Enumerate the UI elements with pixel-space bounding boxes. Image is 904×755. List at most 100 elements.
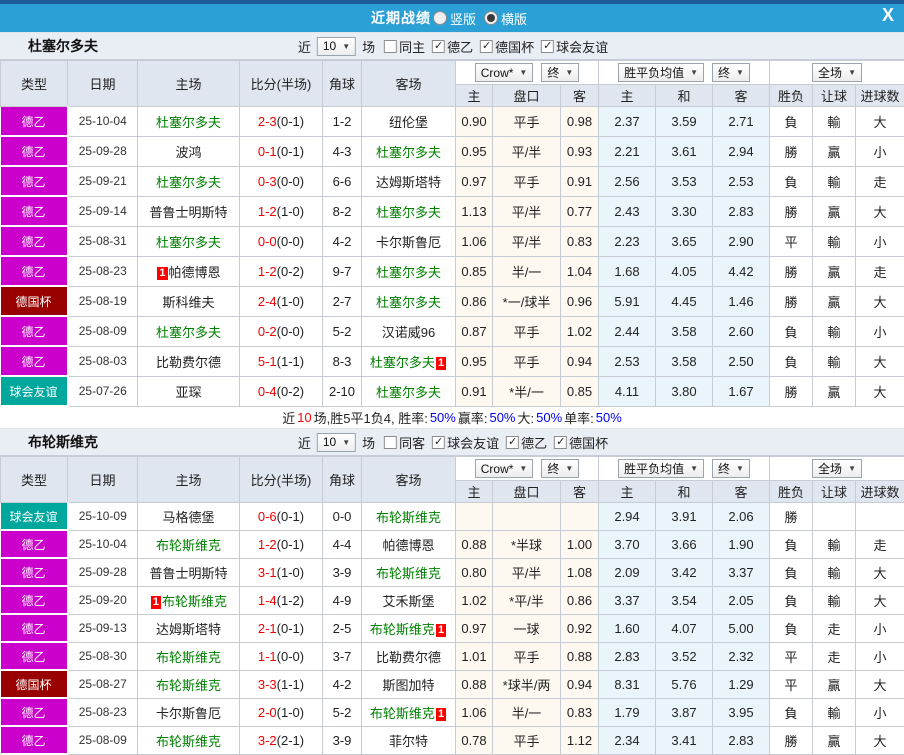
avg-home-odds: 3.37 — [599, 586, 656, 614]
handicap-home-odds: 0.95 — [456, 346, 493, 376]
match-date: 25-09-21 — [68, 166, 138, 196]
handicap-home-odds: 1.06 — [456, 698, 493, 726]
scope-select[interactable]: 全场▼ — [812, 63, 862, 82]
goals-over-under-result: 小 — [856, 642, 904, 670]
match-date: 25-08-09 — [68, 726, 138, 754]
away-team: 菲尔特 — [362, 726, 456, 754]
home-team-name: 布轮斯维克 — [156, 538, 221, 553]
away-team-name: 杜塞尔多夫 — [376, 145, 441, 160]
table-row: 球会友谊25-07-26亚琛0-4(0-2)2-10杜塞尔多夫0.91*半/一0… — [1, 376, 904, 406]
score-cell: 3-2(2-1) — [240, 726, 323, 754]
column-header: 比分(半场) — [240, 457, 323, 503]
league-checkbox-1[interactable]: 德国杯 — [480, 37, 534, 56]
same-venue-checkbox[interactable]: 同主 — [384, 37, 425, 56]
sub-column-header: 盘口 — [493, 481, 561, 503]
away-team: 汉诺威96 — [362, 316, 456, 346]
league-type-badge: 德乙 — [1, 257, 67, 285]
score-cell: 2-0(1-0) — [240, 698, 323, 726]
horizontal-layout-radio[interactable] — [484, 11, 498, 25]
away-team-name: 杜塞尔多夫 — [376, 205, 441, 220]
table-row: 德乙25-09-14普鲁士明斯特1-2(1-0)8-2杜塞尔多夫1.13平/半0… — [1, 196, 904, 226]
odds-company-select[interactable]: Crow*▼ — [475, 63, 534, 82]
avg-final-select[interactable]: 终▼ — [712, 63, 750, 82]
match-date: 25-09-14 — [68, 196, 138, 226]
page-title: 近期战绩 — [371, 8, 431, 28]
corner-score: 5-2 — [323, 316, 362, 346]
league-checkbox-1-label: 德乙 — [521, 433, 547, 452]
home-team: 1帕德博恩 — [138, 256, 240, 286]
goals-over-under-result: 大 — [856, 726, 904, 754]
league-type-badge: 德乙 — [1, 559, 67, 585]
vertical-layout-radio[interactable] — [433, 11, 447, 25]
avg-final-select[interactable]: 终▼ — [712, 459, 750, 478]
league-checkbox-0[interactable]: 德乙 — [432, 37, 473, 56]
recent-count-select[interactable]: 10▼ — [317, 433, 356, 452]
league-checkbox-2[interactable]: 德国杯 — [554, 433, 608, 452]
handicap-away-odds: 0.85 — [561, 376, 599, 406]
recent-count-select[interactable]: 10▼ — [317, 37, 356, 56]
away-team-name: 帕德博恩 — [382, 538, 434, 553]
close-icon[interactable]: X — [882, 5, 894, 26]
handicap-result: 輸 — [813, 698, 856, 726]
handicap-away-odds — [561, 503, 599, 531]
fulltime-score: 1-1 — [258, 649, 277, 664]
scope-select[interactable]: 全场▼ — [812, 459, 862, 478]
handicap-result: 輸 — [813, 558, 856, 586]
odds-final-select[interactable]: 终▼ — [541, 459, 579, 478]
score-cell: 1-2(0-2) — [240, 256, 323, 286]
fulltime-score: 0-2 — [258, 324, 277, 339]
handicap-home-odds: 1.06 — [456, 226, 493, 256]
match-date: 25-08-19 — [68, 286, 138, 316]
same-venue-checkbox[interactable]: 同客 — [384, 433, 425, 452]
team-header-row: 布轮斯维克近10▼场同客球会友谊德乙德国杯 — [0, 428, 904, 456]
away-team: 杜塞尔多夫 — [362, 196, 456, 226]
away-team-name: 比勒费尔德 — [376, 650, 441, 665]
table-row: 德乙25-08-231帕德博恩1-2(0-2)9-7杜塞尔多夫0.85半/一1.… — [1, 256, 904, 286]
team-sections: 杜塞尔多夫近10▼场同主德乙德国杯球会友谊类型日期主场比分(半场)角球客场Cro… — [0, 32, 904, 755]
corner-score: 1-2 — [323, 107, 362, 137]
league-checkbox-2[interactable]: 球会友谊 — [541, 37, 608, 56]
same-venue-checkbox-label: 同客 — [399, 433, 425, 452]
handicap-home-odds: 0.90 — [456, 107, 493, 137]
avg-away-odds: 3.37 — [713, 558, 770, 586]
handicap-result: 走 — [813, 614, 856, 642]
avg-odds-select[interactable]: 胜平负均值▼ — [618, 459, 704, 478]
league-type-cell: 德乙 — [1, 136, 68, 166]
avg-odds-select[interactable]: 胜平负均值▼ — [618, 63, 704, 82]
chevron-down-icon: ▼ — [342, 42, 350, 51]
summary-segment: 50% — [489, 410, 515, 425]
match-date: 25-07-26 — [68, 376, 138, 406]
halftime-score: (0-1) — [277, 621, 304, 636]
halftime-score: (1-0) — [277, 705, 304, 720]
fulltime-score: 0-1 — [258, 144, 277, 159]
odds-company-select[interactable]: Crow*▼ — [475, 459, 534, 478]
home-team-name: 杜塞尔多夫 — [156, 115, 221, 130]
corner-score: 4-4 — [323, 530, 362, 558]
column-header: 客场 — [362, 457, 456, 503]
handicap-line: *一/球半 — [493, 286, 561, 316]
corner-score: 2-5 — [323, 614, 362, 642]
chevron-down-icon: ▼ — [848, 464, 856, 473]
column-header: 日期 — [68, 61, 138, 107]
handicap-home-odds: 0.86 — [456, 286, 493, 316]
fulltime-score: 2-0 — [258, 705, 277, 720]
home-team-name: 布轮斯维克 — [156, 678, 221, 693]
league-checkbox-0-label: 球会友谊 — [447, 433, 499, 452]
team-header-row: 杜塞尔多夫近10▼场同主德乙德国杯球会友谊 — [0, 32, 904, 60]
handicap-away-odds: 0.94 — [561, 346, 599, 376]
handicap-result: 贏 — [813, 196, 856, 226]
odds-final-select[interactable]: 终▼ — [541, 63, 579, 82]
column-header: 日期 — [68, 457, 138, 503]
avg-draw-odds: 3.52 — [656, 642, 713, 670]
league-checkbox-1[interactable]: 德乙 — [506, 433, 547, 452]
header-row-dropdowns: 类型日期主场比分(半场)角球客场Crow*▼终▼胜平负均值▼终▼全场▼ — [1, 457, 904, 481]
away-team-name: 布轮斯维克 — [376, 566, 441, 581]
win-draw-loss-result: 平 — [770, 642, 813, 670]
checkbox-checked-icon — [506, 436, 519, 449]
away-team: 杜塞尔多夫 — [362, 136, 456, 166]
handicap-odds-group: Crow*▼ 终▼ — [456, 61, 599, 85]
win-draw-loss-result: 勝 — [770, 503, 813, 531]
league-checkbox-0[interactable]: 球会友谊 — [432, 433, 499, 452]
league-type-badge: 德乙 — [1, 699, 67, 725]
corner-score: 2-7 — [323, 286, 362, 316]
